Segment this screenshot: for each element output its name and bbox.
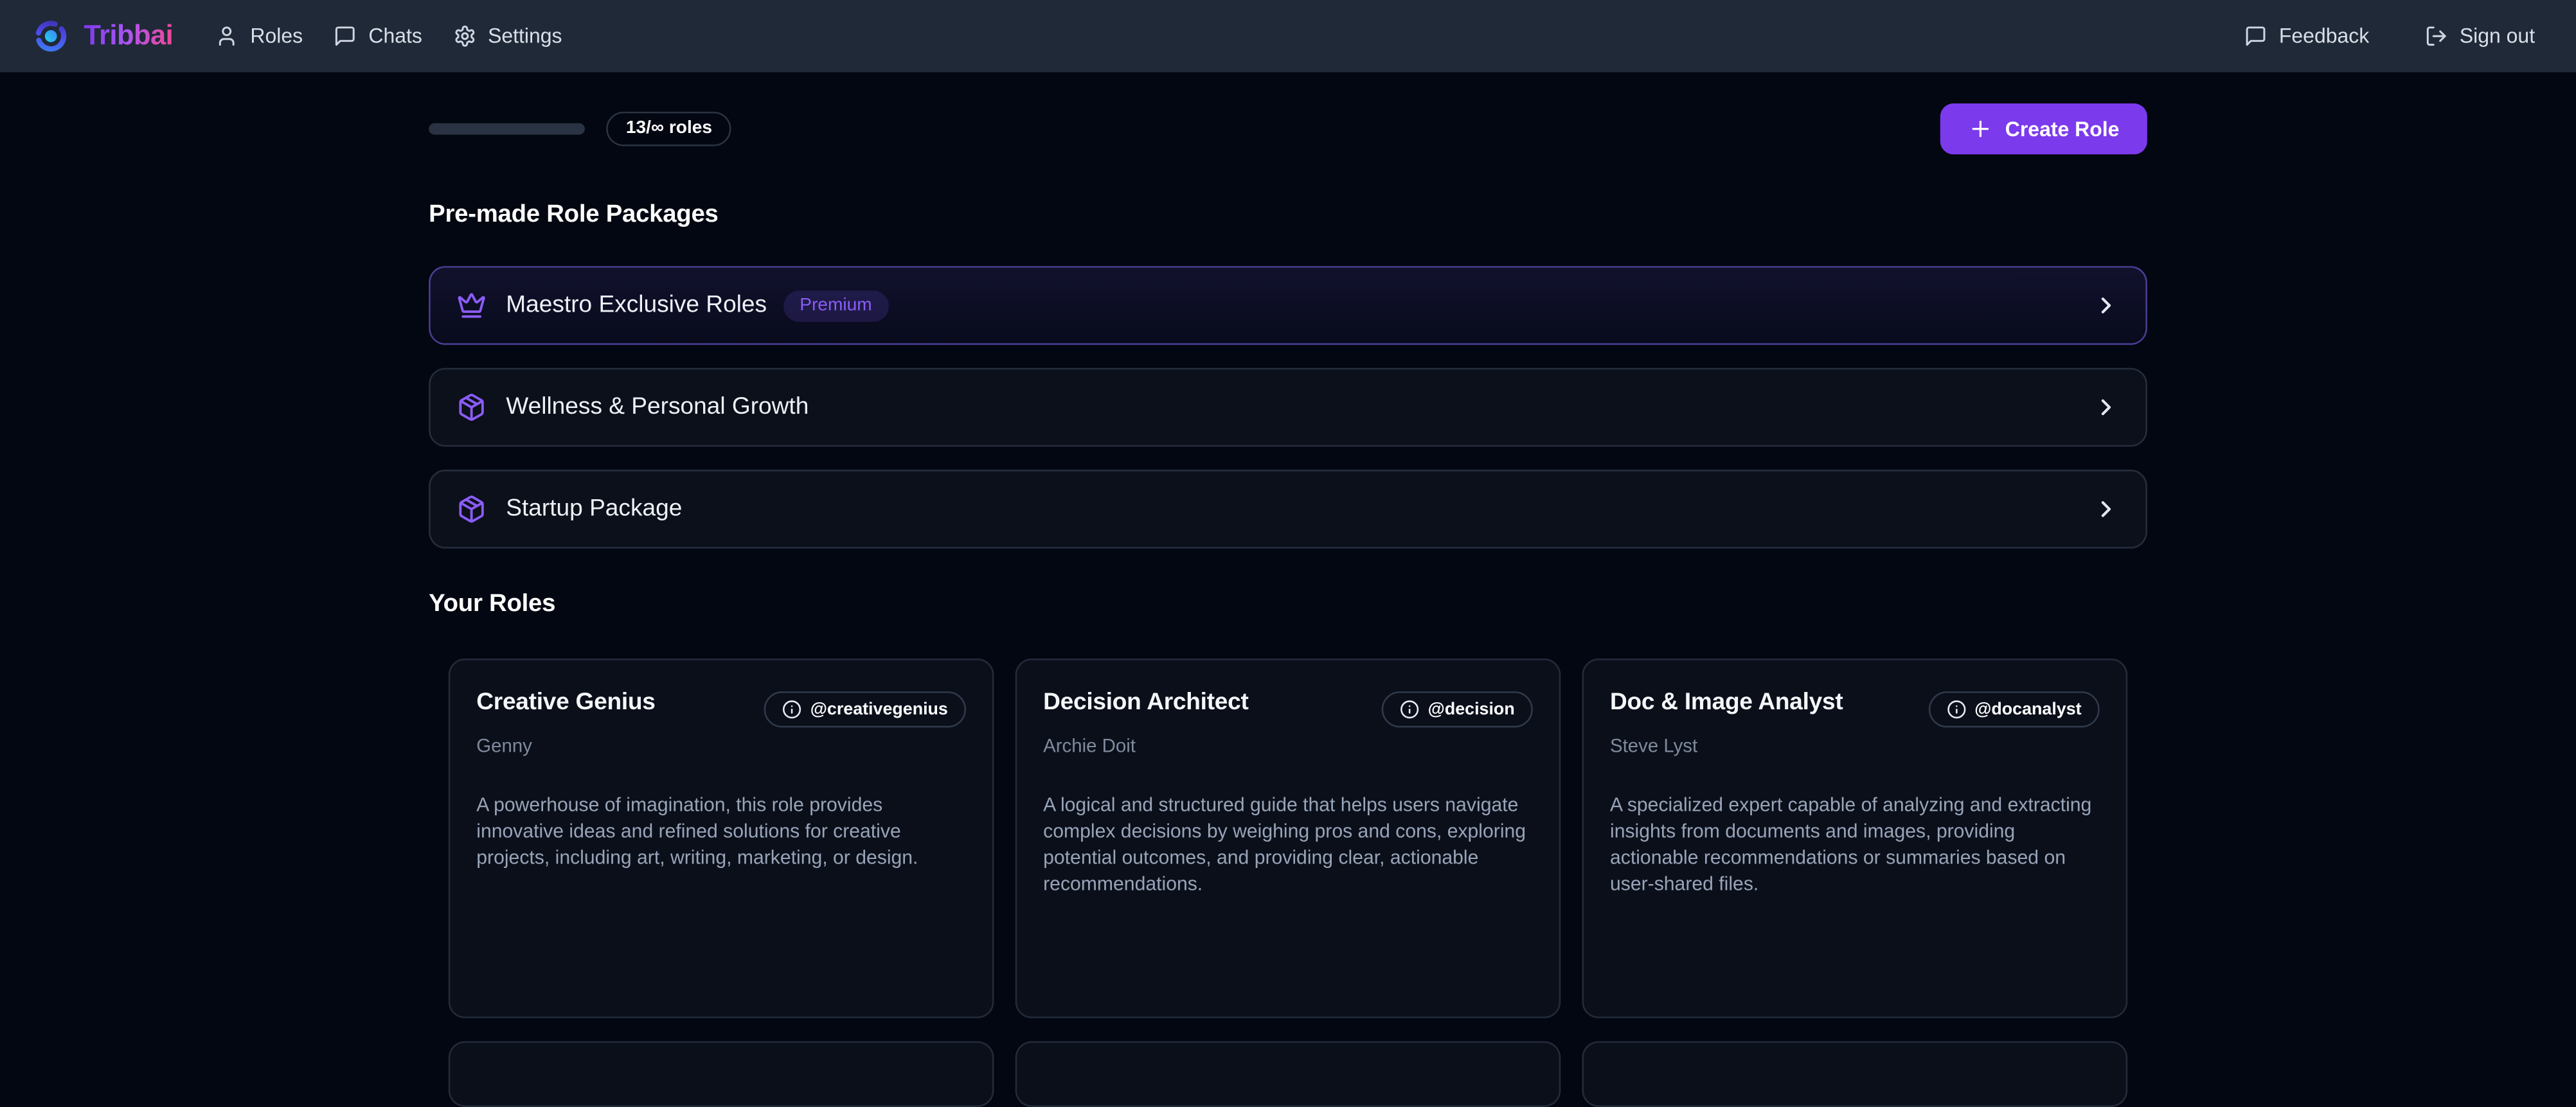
role-title: Creative Genius: [476, 690, 655, 718]
role-handle-badge[interactable]: @docanalyst: [1929, 691, 2100, 727]
role-card-doc-image-analyst[interactable]: Doc & Image Analyst @docanalyst Steve Ly…: [1582, 659, 2128, 1018]
feedback-label: Feedback: [2279, 24, 2369, 48]
message-square-icon: [2244, 24, 2267, 48]
package-title: Maestro Exclusive Roles: [506, 292, 767, 319]
role-persona: Genny: [476, 736, 966, 760]
nav-label: Settings: [488, 24, 562, 48]
package-row-wellness[interactable]: Wellness & Personal Growth: [429, 368, 2147, 447]
info-icon: [1400, 700, 1420, 720]
main-nav: Roles Chats: [216, 24, 562, 48]
role-handle-badge[interactable]: @creativegenius: [764, 691, 966, 727]
package-row-startup[interactable]: Startup Package: [429, 470, 2147, 549]
nav-item-roles[interactable]: Roles: [216, 24, 303, 48]
log-out-icon: [2425, 24, 2448, 48]
brand[interactable]: Tribbai: [33, 18, 173, 54]
package-list: Maestro Exclusive Roles Premium Wellness…: [429, 266, 2147, 549]
nav-label: Roles: [250, 24, 303, 48]
nav-item-chats[interactable]: Chats: [334, 24, 422, 48]
user-icon: [216, 24, 239, 48]
package-icon: [457, 393, 487, 422]
premade-packages-heading: Pre-made Role Packages: [429, 199, 2147, 230]
sign-out-button[interactable]: Sign out: [2425, 24, 2535, 48]
role-handle-badge[interactable]: @decision: [1382, 691, 1533, 727]
roles-progress-bar: [429, 123, 585, 135]
role-description: A logical and structured guide that help…: [1043, 793, 1533, 898]
gear-icon: [453, 24, 476, 48]
role-persona: Archie Doit: [1043, 736, 1533, 760]
chevron-right-icon: [2093, 292, 2119, 319]
role-handle: @decision: [1428, 701, 1515, 718]
chevron-right-icon: [2093, 496, 2119, 522]
crown-icon: [457, 290, 487, 320]
feedback-button[interactable]: Feedback: [2244, 24, 2369, 48]
create-role-label: Create Role: [2005, 118, 2120, 141]
plus-icon: [1967, 116, 1992, 141]
role-persona: Steve Lyst: [1610, 736, 2100, 760]
roles-count-badge: 13/∞ roles: [606, 112, 732, 146]
message-square-icon: [334, 24, 357, 48]
package-icon: [457, 494, 487, 524]
package-title: Wellness & Personal Growth: [506, 394, 809, 420]
role-description: A specialized expert capable of analyzin…: [1610, 793, 2100, 898]
roles-toolbar: 13/∞ roles Create Role: [429, 103, 2147, 154]
your-roles-heading: Your Roles: [429, 588, 2147, 619]
sign-out-label: Sign out: [2460, 24, 2535, 48]
header-actions: Feedback Sign out: [2244, 24, 2535, 48]
role-handle: @docanalyst: [1974, 701, 2081, 718]
nav-item-settings[interactable]: Settings: [453, 24, 562, 48]
info-icon: [782, 700, 802, 720]
role-cards-grid: Creative Genius @creativegenius Genny A …: [429, 659, 2147, 1018]
info-icon: [1947, 700, 1967, 720]
role-description: A powerhouse of imagination, this role p…: [476, 793, 966, 871]
create-role-button[interactable]: Create Role: [1940, 103, 2147, 154]
role-card-creative-genius[interactable]: Creative Genius @creativegenius Genny A …: [449, 659, 994, 1018]
role-title: Decision Architect: [1043, 690, 1248, 718]
package-title: Startup Package: [506, 496, 682, 522]
package-row-maestro[interactable]: Maestro Exclusive Roles Premium: [429, 266, 2147, 345]
role-card-stub[interactable]: [1015, 1041, 1561, 1107]
role-card-stub[interactable]: [1582, 1041, 2128, 1107]
role-card-decision-architect[interactable]: Decision Architect @decision Archie Doit…: [1015, 659, 1561, 1018]
main-content: 13/∞ roles Create Role Pre-made Role Pac…: [429, 103, 2147, 1107]
brand-logo-icon: [33, 18, 69, 54]
role-handle: @creativegenius: [810, 701, 948, 718]
role-card-stub[interactable]: [449, 1041, 994, 1107]
brand-name: Tribbai: [84, 20, 173, 53]
nav-label: Chats: [368, 24, 422, 48]
role-title: Doc & Image Analyst: [1610, 690, 1843, 718]
premium-badge: Premium: [783, 290, 889, 321]
app-header: Tribbai Roles: [0, 0, 2576, 72]
app-viewport: Tribbai Roles: [0, 0, 2576, 1052]
chevron-right-icon: [2093, 394, 2119, 420]
role-cards-grid-partial: [429, 1041, 2147, 1107]
